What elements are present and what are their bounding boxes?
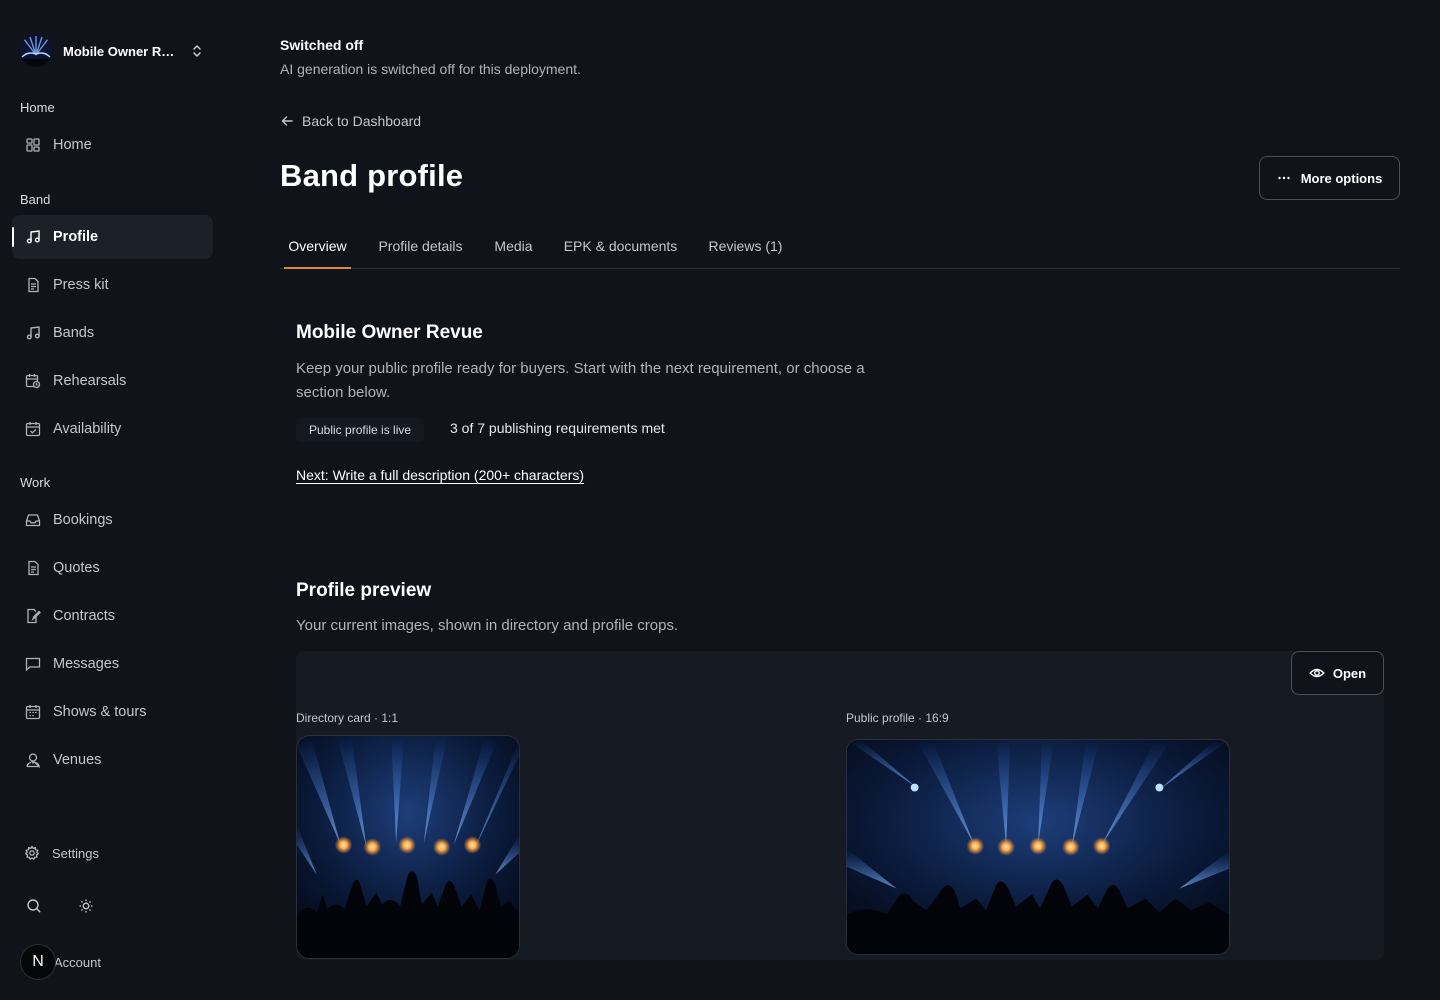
avatar: N xyxy=(20,944,56,980)
open-label: Open xyxy=(1332,665,1367,681)
sidebar-item-label: Rehearsals xyxy=(53,373,127,389)
chevron-up-down-icon[interactable] xyxy=(189,43,205,59)
tab-media[interactable]: Media xyxy=(490,224,537,268)
next-requirement-link[interactable]: Next: Write a full description (200+ cha… xyxy=(296,467,584,483)
workspace-switcher[interactable]: Mobile Owner Revue xyxy=(20,33,214,69)
calendar-clock-icon xyxy=(25,373,41,389)
back-link-label: Back to Dashboard xyxy=(302,113,422,129)
eye-icon xyxy=(1309,665,1325,681)
public-profile-image xyxy=(846,739,1230,955)
sidebar-item-label: Contracts xyxy=(53,608,116,624)
sun-icon[interactable] xyxy=(75,895,97,917)
requirements-count: 3 of 7 publishing requirements met xyxy=(450,420,665,436)
profile-intro: Keep your public profile ready for buyer… xyxy=(296,360,865,401)
profile-tabs: Overview Profile details Media EPK & doc… xyxy=(280,224,1400,269)
settings-label: Settings xyxy=(52,845,99,861)
sidebar-item-label: Availability xyxy=(53,421,122,437)
sidebar-item-home[interactable]: Home xyxy=(12,123,213,167)
active-indicator xyxy=(12,227,14,247)
preview-subtitle: Your current images, shown in directory … xyxy=(296,617,679,634)
preview-title: Profile preview xyxy=(296,580,432,601)
directory-card-label: Directory card · 1:1 xyxy=(296,711,399,725)
calendar-icon xyxy=(25,704,41,720)
tab-profile-details[interactable]: Profile details xyxy=(372,224,469,268)
music-note-icon xyxy=(25,325,41,341)
sidebar: Mobile Owner Revue Home Home Band Profil… xyxy=(0,0,226,1000)
sidebar-item-rehearsals[interactable]: Rehearsals xyxy=(12,359,213,403)
sidebar-item-press-kit[interactable]: Press kit xyxy=(12,263,213,307)
sidebar-item-availability[interactable]: Availability xyxy=(12,407,213,451)
sidebar-item-label: Bookings xyxy=(53,512,113,528)
sidebar-item-profile[interactable]: Profile xyxy=(12,215,213,259)
tab-overview[interactable]: Overview xyxy=(284,224,351,269)
public-profile-label: Public profile · 16:9 xyxy=(846,711,949,725)
sidebar-item-bands[interactable]: Bands xyxy=(12,311,213,355)
tab-reviews[interactable]: Reviews (1) xyxy=(704,224,787,268)
tab-epk-documents[interactable]: EPK & documents xyxy=(558,224,683,268)
account-menu[interactable]: N Account xyxy=(20,944,101,980)
document-edit-icon xyxy=(25,608,41,624)
sidebar-item-label: Press kit xyxy=(53,277,109,293)
sidebar-item-contracts[interactable]: Contracts xyxy=(12,594,213,638)
nav-section-work: Work xyxy=(20,475,51,490)
sidebar-item-label: Venues xyxy=(53,752,102,768)
settings-link[interactable]: Settings xyxy=(24,842,99,864)
nav-section-band: Band xyxy=(20,192,51,207)
document-icon xyxy=(25,277,41,293)
sidebar-item-label: Messages xyxy=(53,656,120,672)
directory-card-image xyxy=(296,735,520,959)
sidebar-item-venues[interactable]: Venues xyxy=(12,738,213,782)
back-to-dashboard-link[interactable]: Back to Dashboard xyxy=(280,112,421,130)
workspace-name: Mobile Owner Revue xyxy=(63,43,179,59)
search-icon[interactable] xyxy=(23,895,45,917)
sidebar-item-quotes[interactable]: Quotes xyxy=(12,546,213,590)
sidebar-item-label: Shows & tours xyxy=(53,704,147,720)
sidebar-item-messages[interactable]: Messages xyxy=(12,642,213,686)
user-pin-icon xyxy=(25,752,41,768)
sidebar-item-label: Quotes xyxy=(53,560,100,576)
sidebar-item-bookings[interactable]: Bookings xyxy=(12,498,213,542)
calendar-check-icon xyxy=(25,421,41,437)
message-icon xyxy=(25,656,41,672)
nav-section-home: Home xyxy=(20,100,55,115)
account-label: Account xyxy=(54,954,101,970)
band-name: Mobile Owner Revue xyxy=(296,322,483,343)
open-preview-button[interactable]: Open xyxy=(1291,651,1384,695)
grid-icon xyxy=(25,137,41,153)
music-note-icon xyxy=(25,229,41,245)
sidebar-item-label: Bands xyxy=(53,325,95,341)
status-badge: Public profile is live xyxy=(296,418,425,442)
notice-title: Switched off xyxy=(280,37,364,53)
more-options-label: More options xyxy=(1300,170,1383,186)
arrow-left-icon xyxy=(280,114,294,128)
inbox-icon xyxy=(25,512,41,528)
sidebar-item-shows-tours[interactable]: Shows & tours xyxy=(12,690,213,734)
sidebar-item-label: Profile xyxy=(53,229,99,245)
more-options-button[interactable]: More options xyxy=(1259,156,1400,200)
band-logo-icon xyxy=(20,35,52,67)
page-title: Band profile xyxy=(280,158,464,193)
sidebar-item-label: Home xyxy=(53,137,92,153)
document-icon xyxy=(25,560,41,576)
ellipsis-icon xyxy=(1277,171,1291,185)
notice-text: AI generation is switched off for this d… xyxy=(280,61,581,77)
gear-icon xyxy=(24,845,40,861)
